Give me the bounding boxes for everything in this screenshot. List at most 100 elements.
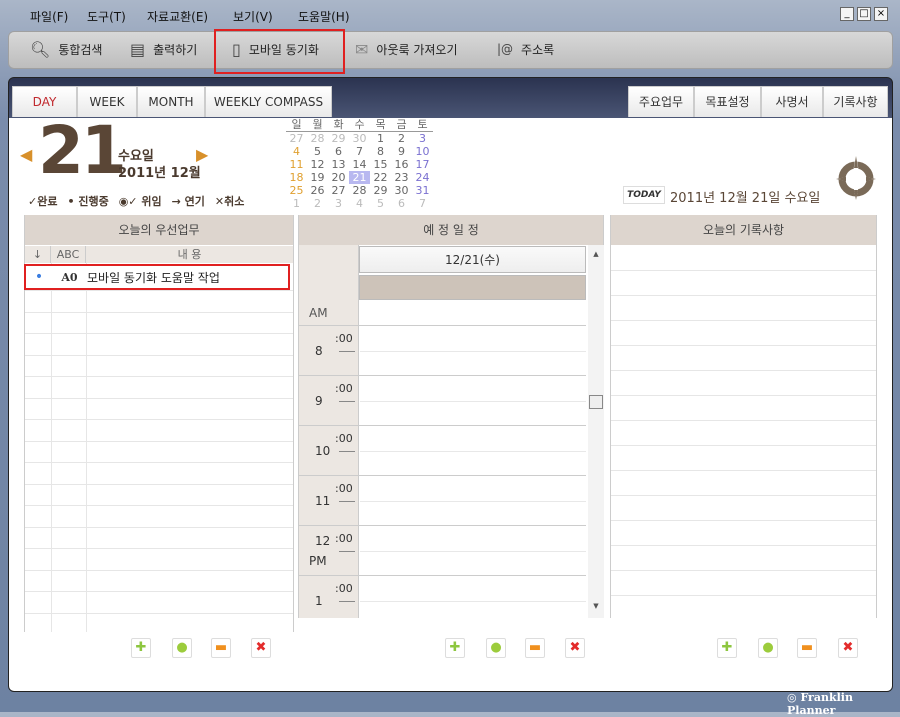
calendar-day[interactable]: 23 bbox=[391, 171, 412, 184]
menu-tools[interactable]: 도구(T) bbox=[87, 8, 126, 25]
calendar-day[interactable]: 13 bbox=[328, 158, 349, 171]
calendar-day[interactable]: 8 bbox=[370, 145, 391, 158]
menu-help[interactable]: 도움말(H) bbox=[298, 8, 350, 25]
task-content[interactable]: 모바일 동기화 도움말 작업 bbox=[87, 269, 220, 286]
calendar-day[interactable]: 16 bbox=[391, 158, 412, 171]
calendar-day[interactable]: 27 bbox=[328, 184, 349, 197]
schedule-remove-button[interactable]: ▬ bbox=[525, 638, 545, 658]
notes-edit-button[interactable]: ● bbox=[758, 638, 778, 658]
search-button[interactable]: 🔍︎ 통합검색 bbox=[30, 40, 102, 59]
tab-key-tasks[interactable]: 주요업무 bbox=[628, 86, 694, 117]
calendar-day[interactable]: 19 bbox=[307, 171, 328, 184]
calendar-day[interactable]: 6 bbox=[328, 145, 349, 158]
next-day-arrow-icon[interactable]: ▶ bbox=[196, 145, 208, 164]
notes-panel-title: 오늘의 기록사항 bbox=[611, 215, 876, 245]
calendar-day[interactable]: 31 bbox=[412, 184, 433, 197]
hour-slot[interactable]: :00 12 PM bbox=[299, 525, 586, 575]
half-hour-tick bbox=[339, 451, 355, 452]
tab-goals[interactable]: 목표설정 bbox=[694, 86, 761, 117]
calendar-day[interactable]: 22 bbox=[370, 171, 391, 184]
calendar-day[interactable]: 29 bbox=[370, 184, 391, 197]
calendar-day[interactable]: 14 bbox=[349, 158, 370, 171]
close-button[interactable]: × bbox=[874, 7, 888, 21]
legend-done: ✓완료 bbox=[28, 195, 58, 208]
today-button[interactable]: TODAY bbox=[623, 186, 665, 204]
maximize-button[interactable]: □ bbox=[857, 7, 871, 21]
hour-slot[interactable]: :00 9 bbox=[299, 375, 586, 425]
schedule-delete-button[interactable]: ✖ bbox=[565, 638, 585, 658]
calendar-day[interactable]: 11 bbox=[286, 158, 307, 171]
minimize-button[interactable]: _ bbox=[840, 7, 854, 21]
notes-delete-button[interactable]: ✖ bbox=[838, 638, 858, 658]
tab-mission[interactable]: 사명서 bbox=[761, 86, 823, 117]
calendar-day[interactable]: 2 bbox=[307, 197, 328, 210]
calendar-day[interactable]: 2 bbox=[391, 132, 412, 146]
table-row[interactable]: • A0 모바일 동기화 도움말 작업 bbox=[24, 264, 290, 290]
priority-remove-button[interactable]: ▬ bbox=[211, 638, 231, 658]
calendar-day[interactable]: 25 bbox=[286, 184, 307, 197]
address-book-button[interactable]: |@ 주소록 bbox=[497, 40, 554, 58]
scroll-down-icon[interactable]: ▼ bbox=[588, 602, 604, 610]
priority-delete-button[interactable]: ✖ bbox=[251, 638, 271, 658]
prev-day-arrow-icon[interactable]: ◀ bbox=[20, 145, 32, 164]
calendar-day[interactable]: 7 bbox=[412, 197, 433, 210]
notes-remove-button[interactable]: ▬ bbox=[797, 638, 817, 658]
outlook-import-button[interactable]: ✉ 아웃룩 가져오기 bbox=[355, 40, 458, 59]
calendar-day[interactable]: 21 bbox=[349, 171, 370, 184]
calendar-day[interactable]: 17 bbox=[412, 158, 433, 171]
priority-code[interactable]: A0 bbox=[52, 271, 87, 284]
all-day-row[interactable] bbox=[359, 275, 586, 300]
calendar-day[interactable]: 12 bbox=[307, 158, 328, 171]
scroll-up-icon[interactable]: ▲ bbox=[588, 250, 604, 258]
print-button[interactable]: ▤ 출력하기 bbox=[130, 40, 197, 59]
calendar-day[interactable]: 29 bbox=[328, 132, 349, 146]
status-dot[interactable]: • bbox=[26, 269, 52, 285]
calendar-day[interactable]: 28 bbox=[307, 132, 328, 146]
menu-view[interactable]: 보기(V) bbox=[233, 8, 273, 25]
calendar-day[interactable]: 3 bbox=[412, 132, 433, 146]
notes-add-button[interactable]: ✚ bbox=[717, 638, 737, 658]
calendar-day[interactable]: 30 bbox=[349, 132, 370, 146]
tab-month[interactable]: MONTH bbox=[137, 86, 205, 117]
calendar-day[interactable]: 5 bbox=[307, 145, 328, 158]
tab-notes[interactable]: 기록사항 bbox=[823, 86, 888, 117]
col-sort[interactable]: ↓ bbox=[25, 246, 51, 263]
menu-file[interactable]: 파일(F) bbox=[30, 8, 68, 25]
calendar-day[interactable]: 6 bbox=[391, 197, 412, 210]
schedule-add-button[interactable]: ✚ bbox=[445, 638, 465, 658]
calendar-day[interactable]: 20 bbox=[328, 171, 349, 184]
calendar-day[interactable]: 10 bbox=[412, 145, 433, 158]
calendar-day[interactable]: 27 bbox=[286, 132, 307, 146]
calendar-day[interactable]: 1 bbox=[370, 132, 391, 146]
hour-slot[interactable]: :00 8 bbox=[299, 325, 586, 375]
calendar-day[interactable]: 26 bbox=[307, 184, 328, 197]
calendar-day[interactable]: 24 bbox=[412, 171, 433, 184]
calendar-weekday-header: 월 bbox=[307, 118, 328, 132]
calendar-day[interactable]: 30 bbox=[391, 184, 412, 197]
col-abc[interactable]: ABC bbox=[51, 246, 86, 263]
tab-weekly-compass[interactable]: WEEKLY COMPASS bbox=[205, 86, 332, 117]
calendar-day[interactable]: 7 bbox=[349, 145, 370, 158]
calendar-day[interactable]: 4 bbox=[286, 145, 307, 158]
menu-data-exchange[interactable]: 자료교환(E) bbox=[147, 8, 208, 25]
notes-area[interactable] bbox=[611, 245, 876, 618]
calendar-day[interactable]: 28 bbox=[349, 184, 370, 197]
calendar-day[interactable]: 3 bbox=[328, 197, 349, 210]
priority-edit-button[interactable]: ● bbox=[172, 638, 192, 658]
calendar-day[interactable]: 5 bbox=[370, 197, 391, 210]
hour-slot[interactable]: :00 11 bbox=[299, 475, 586, 525]
half-hour-line bbox=[360, 601, 586, 602]
calendar-day[interactable]: 15 bbox=[370, 158, 391, 171]
calendar-day[interactable]: 9 bbox=[391, 145, 412, 158]
priority-add-button[interactable]: ✚ bbox=[131, 638, 151, 658]
scroll-thumb[interactable] bbox=[589, 395, 603, 409]
hour-slot[interactable]: :00 1 bbox=[299, 575, 586, 625]
scrollbar[interactable]: ▲ ▼ bbox=[588, 245, 604, 618]
calendar-day[interactable]: 1 bbox=[286, 197, 307, 210]
hour-label: 11 bbox=[315, 494, 331, 508]
delete-icon: ✖ bbox=[842, 640, 854, 655]
calendar-day[interactable]: 4 bbox=[349, 197, 370, 210]
calendar-day[interactable]: 18 bbox=[286, 171, 307, 184]
hour-slot[interactable]: :00 10 bbox=[299, 425, 586, 475]
schedule-edit-button[interactable]: ● bbox=[486, 638, 506, 658]
